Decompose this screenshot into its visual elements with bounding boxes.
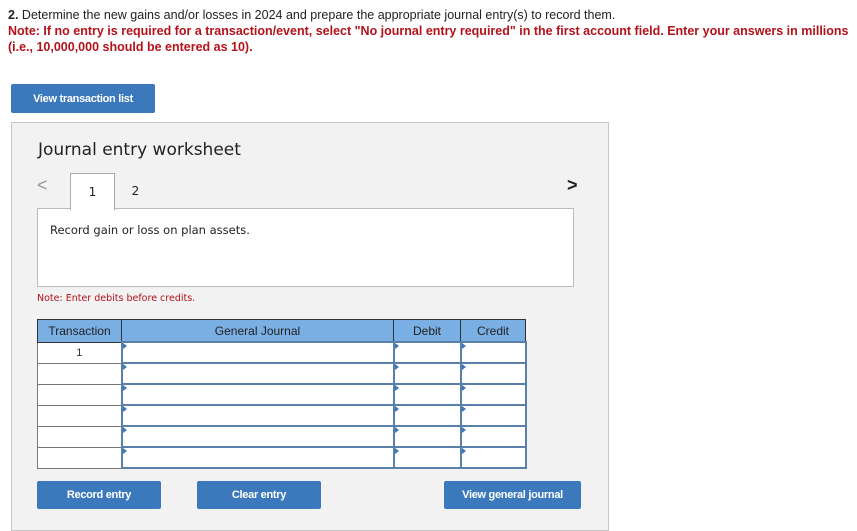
credit-cell[interactable] <box>459 341 527 364</box>
account-input[interactable] <box>122 385 393 404</box>
input-marker-icon <box>394 385 399 391</box>
header-general-journal: General Journal <box>121 319 394 343</box>
credit-input[interactable] <box>461 448 525 467</box>
table-row: 1 <box>37 341 527 364</box>
credit-input[interactable] <box>461 427 525 446</box>
credit-input[interactable] <box>461 364 525 383</box>
debit-cell[interactable] <box>392 425 462 448</box>
input-marker-icon <box>394 406 399 412</box>
chevron-right-icon[interactable]: > <box>567 175 578 196</box>
account-input[interactable] <box>122 343 393 362</box>
entry-description: Record gain or loss on plan assets. <box>50 223 250 237</box>
question-text: Determine the new gains and/or losses in… <box>21 8 616 22</box>
entry-description-box: Record gain or loss on plan assets. <box>37 208 574 287</box>
question-note: Note: If no entry is required for a tran… <box>8 24 849 54</box>
record-entry-button[interactable]: Record entry <box>37 481 161 509</box>
tab-2[interactable]: 2 <box>114 173 157 208</box>
credit-cell[interactable] <box>459 383 527 406</box>
dropdown-marker-icon <box>122 364 127 370</box>
account-cell[interactable] <box>120 404 395 427</box>
credit-cell[interactable] <box>459 446 527 469</box>
input-marker-icon <box>461 343 466 349</box>
question-number: 2. <box>8 8 19 22</box>
input-marker-icon <box>461 448 466 454</box>
input-marker-icon <box>461 364 466 370</box>
table-header-row: Transaction General Journal Debit Credit <box>37 319 526 343</box>
header-transaction: Transaction <box>37 319 122 343</box>
debit-credit-note: Note: Enter debits before credits. <box>37 293 196 304</box>
transaction-cell <box>37 362 122 385</box>
input-marker-icon <box>461 427 466 433</box>
input-marker-icon <box>394 448 399 454</box>
transaction-cell <box>37 404 122 427</box>
tab-1[interactable]: 1 <box>70 173 115 210</box>
dropdown-marker-icon <box>122 427 127 433</box>
input-marker-icon <box>461 406 466 412</box>
debit-input[interactable] <box>394 364 460 383</box>
transaction-cell <box>37 446 122 469</box>
account-cell[interactable] <box>120 425 395 448</box>
account-input[interactable] <box>122 406 393 425</box>
clear-entry-button[interactable]: Clear entry <box>197 481 321 509</box>
input-marker-icon <box>394 427 399 433</box>
transaction-cell <box>37 383 122 406</box>
transaction-cell: 1 <box>37 341 122 364</box>
debit-input[interactable] <box>394 385 460 404</box>
table-row <box>37 425 527 448</box>
table-row <box>37 446 527 469</box>
header-debit: Debit <box>393 319 461 343</box>
credit-input[interactable] <box>461 406 525 425</box>
debit-input[interactable] <box>394 448 460 467</box>
debit-cell[interactable] <box>392 383 462 406</box>
credit-input[interactable] <box>461 343 525 362</box>
header-credit: Credit <box>460 319 526 343</box>
account-cell[interactable] <box>120 362 395 385</box>
worksheet-title: Journal entry worksheet <box>38 140 241 160</box>
account-cell[interactable] <box>120 341 395 364</box>
input-marker-icon <box>394 343 399 349</box>
journal-table: Transaction General Journal Debit Credit… <box>37 319 527 469</box>
credit-input[interactable] <box>461 385 525 404</box>
table-row <box>37 362 527 385</box>
view-general-journal-button[interactable]: View general journal <box>444 481 581 509</box>
account-cell[interactable] <box>120 446 395 469</box>
debit-input[interactable] <box>394 406 460 425</box>
debit-cell[interactable] <box>392 362 462 385</box>
debit-cell[interactable] <box>392 446 462 469</box>
credit-cell[interactable] <box>459 425 527 448</box>
view-transaction-list-button[interactable]: View transaction list <box>11 84 155 113</box>
account-input[interactable] <box>122 427 393 446</box>
journal-entry-worksheet-panel: Journal entry worksheet < 1 2 > Record g… <box>11 122 609 531</box>
account-input[interactable] <box>122 364 393 383</box>
account-cell[interactable] <box>120 383 395 406</box>
chevron-left-icon[interactable]: < <box>37 175 48 196</box>
dropdown-marker-icon <box>122 385 127 391</box>
account-input[interactable] <box>122 448 393 467</box>
table-row <box>37 404 527 427</box>
table-row <box>37 383 527 406</box>
debit-input[interactable] <box>394 427 460 446</box>
dropdown-marker-icon <box>122 448 127 454</box>
debit-cell[interactable] <box>392 404 462 427</box>
question-block: 2. Determine the new gains and/or losses… <box>8 7 853 55</box>
debit-input[interactable] <box>394 343 460 362</box>
input-marker-icon <box>461 385 466 391</box>
dropdown-marker-icon <box>122 406 127 412</box>
transaction-cell <box>37 425 122 448</box>
input-marker-icon <box>394 364 399 370</box>
dropdown-marker-icon <box>122 343 127 349</box>
credit-cell[interactable] <box>459 404 527 427</box>
debit-cell[interactable] <box>392 341 462 364</box>
credit-cell[interactable] <box>459 362 527 385</box>
